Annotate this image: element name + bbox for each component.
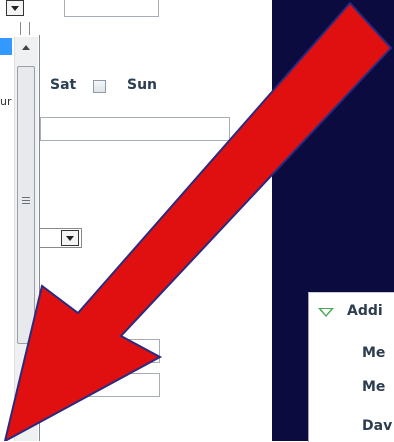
list-item-selected[interactable]	[0, 38, 12, 55]
top-dropdown-button[interactable]	[6, 0, 24, 16]
select-dropdown-button[interactable]	[61, 230, 79, 246]
bottom-text-field-2[interactable]	[62, 373, 160, 397]
section-row-label: Me	[362, 345, 386, 361]
grip-line	[22, 203, 30, 204]
scroll-up-button[interactable]	[15, 38, 37, 58]
list-item-text: ur	[0, 95, 12, 108]
section-title[interactable]: Addi	[347, 303, 383, 319]
section-row-label: Dav	[362, 418, 393, 434]
grip-line	[22, 197, 30, 198]
sun-label: Sun	[127, 77, 158, 93]
sat-label: Sat	[50, 77, 77, 93]
scrollbar-thumb[interactable]	[17, 66, 35, 344]
help-icon[interactable]: ?	[39, 295, 61, 317]
section-row-label: Me	[362, 379, 386, 395]
top-text-field[interactable]	[64, 0, 159, 17]
bottom-text-field-1[interactable]	[62, 339, 160, 363]
grip-line	[22, 200, 30, 201]
triangle-down-icon	[318, 308, 334, 317]
field-edge	[20, 22, 30, 36]
text-field[interactable]	[40, 117, 230, 141]
sat-checkbox[interactable]	[93, 80, 106, 93]
expand-icon[interactable]	[318, 308, 334, 317]
